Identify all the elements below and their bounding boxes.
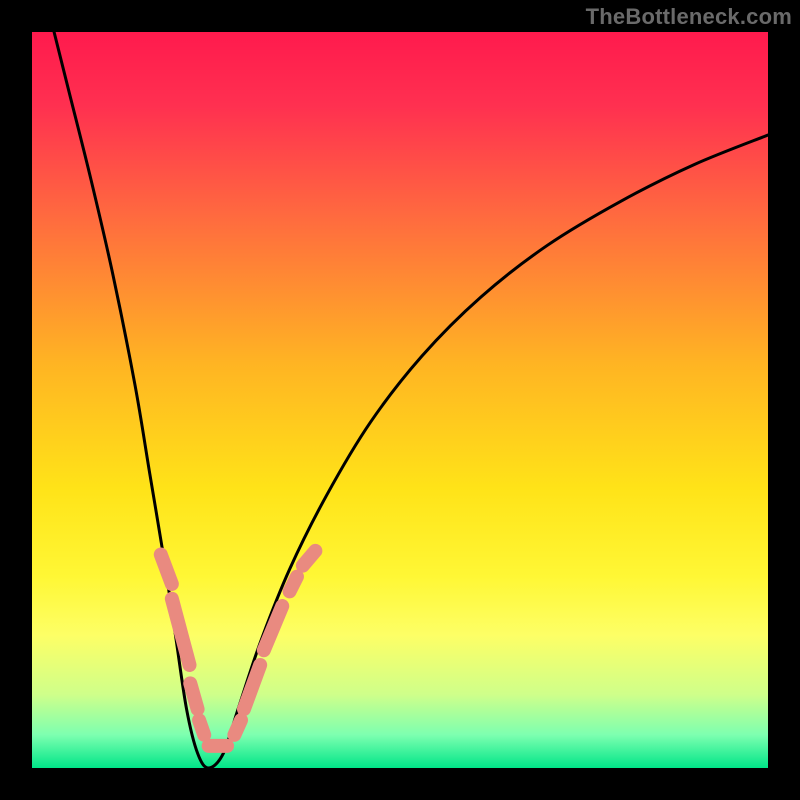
- watermark-text: TheBottleneck.com: [586, 4, 792, 30]
- highlight-segment: [264, 606, 282, 650]
- chart-frame: TheBottleneck.com: [0, 0, 800, 800]
- highlight-segment: [290, 577, 297, 592]
- highlight-segment: [199, 720, 204, 735]
- highlight-segment: [244, 665, 260, 709]
- highlight-segment: [303, 551, 316, 566]
- highlight-segment: [190, 683, 197, 709]
- highlight-segments: [161, 551, 316, 746]
- highlight-segment: [234, 720, 241, 735]
- curve-layer: [32, 32, 768, 768]
- bottleneck-curve: [54, 32, 768, 768]
- highlight-segment: [172, 599, 190, 665]
- plot-area: [32, 32, 768, 768]
- highlight-segment: [161, 555, 172, 584]
